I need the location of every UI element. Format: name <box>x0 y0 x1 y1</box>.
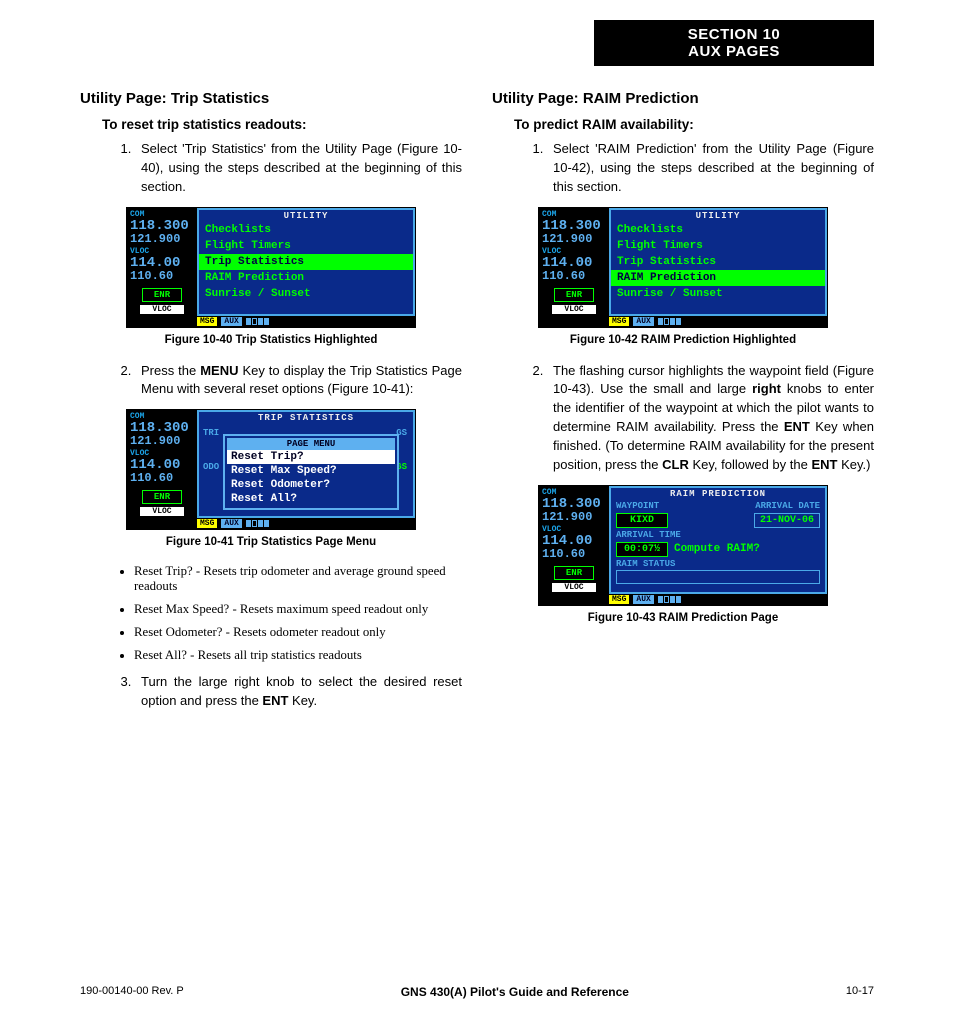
gps-right-panel: UTILITY ChecklistsFlight TimersTrip Stat… <box>197 208 415 316</box>
menu-item: Trip Statistics <box>611 254 825 270</box>
header-line1: SECTION 10 <box>688 26 781 43</box>
gps-title: UTILITY <box>199 210 413 222</box>
arrtime-value: 00:07½ <box>616 542 668 557</box>
menu-item: RAIM Prediction <box>611 270 825 286</box>
right-step-1: Select 'RAIM Prediction' from the Utilit… <box>547 140 874 197</box>
menu-item: Flight Timers <box>611 238 825 254</box>
header-line2: AUX PAGES <box>688 43 780 60</box>
right-step-2: The flashing cursor highlights the waypo… <box>547 362 874 475</box>
compute-raim: Compute RAIM? <box>674 543 760 555</box>
menu-item: Flight Timers <box>199 238 413 254</box>
enr-badge: ENR <box>142 288 182 302</box>
left-steps-2: Press the MENU Key to display the Trip S… <box>80 362 462 400</box>
figure-10-43: COM 118.300 121.900 VLOC 114.00 110.60 E… <box>538 485 828 606</box>
left-steps-3: Turn the large right knob to select the … <box>80 673 462 711</box>
caption-10-40: Figure 10-40 Trip Statistics Highlighted <box>80 334 462 346</box>
bullet-reset-trip: Reset Trip? - Resets trip odometer and a… <box>134 564 462 594</box>
caption-10-43: Figure 10-43 RAIM Prediction Page <box>492 612 874 624</box>
left-step-2: Press the MENU Key to display the Trip S… <box>135 362 462 400</box>
utility-menu: ChecklistsFlight TimersTrip StatisticsRA… <box>611 222 825 302</box>
utility-menu: ChecklistsFlight TimersTrip StatisticsRA… <box>199 222 413 302</box>
msg-badge: MSG <box>197 317 217 326</box>
vloc-bottom: VLOC <box>140 305 184 314</box>
arrdate-label: ARRIVAL DATE <box>755 501 820 511</box>
status-box <box>616 570 820 584</box>
gps-bottom-bar: MSG AUX <box>127 316 415 327</box>
right-heading: Utility Page: RAIM Prediction <box>492 90 874 107</box>
menu-item: Sunrise / Sunset <box>199 286 413 302</box>
vloc-freq-1: 114.00 <box>130 256 194 270</box>
menu-item: Trip Statistics <box>199 254 413 270</box>
vloc-freq-2: 110.60 <box>130 270 194 282</box>
menu-item: Sunrise / Sunset <box>611 286 825 302</box>
gps-right-panel: TRIP STATISTICS TRI GS ODO GS PAGE MENU … <box>197 410 415 518</box>
arrtime-label: ARRIVAL TIME <box>616 530 681 540</box>
bullet-reset-all: Reset All? - Resets all trip statistics … <box>134 648 462 663</box>
figure-10-40: COM 118.300 121.900 VLOC 114.00 110.60 E… <box>126 207 416 328</box>
figure-10-42: COM 118.300 121.900 VLOC 114.00 110.60 E… <box>538 207 828 328</box>
page-columns: Utility Page: Trip Statistics To reset t… <box>80 84 874 954</box>
gps-left-panel: COM 118.300 121.900 VLOC 114.00 110.60 E… <box>127 410 197 518</box>
com-freq-1: 118.300 <box>130 219 194 233</box>
left-heading: Utility Page: Trip Statistics <box>80 90 462 107</box>
right-column: Utility Page: RAIM Prediction To predict… <box>492 84 874 954</box>
left-step-3: Turn the large right knob to select the … <box>135 673 462 711</box>
left-step-1: Select 'Trip Statistics' from the Utilit… <box>135 140 462 197</box>
menu-item: Checklists <box>199 222 413 238</box>
popup-item: Reset All? <box>227 492 395 506</box>
status-label: RAIM STATUS <box>616 559 675 569</box>
left-subheading: To reset trip statistics readouts: <box>102 117 462 132</box>
footer-left: 190-00140-00 Rev. P <box>80 985 184 999</box>
reset-options-list: Reset Trip? - Resets trip odometer and a… <box>134 564 462 663</box>
aux-badge: AUX <box>221 317 241 326</box>
bullet-reset-max-speed: Reset Max Speed? - Resets maximum speed … <box>134 602 462 617</box>
right-subheading: To predict RAIM availability: <box>514 117 874 132</box>
menu-item: Checklists <box>611 222 825 238</box>
caption-10-41: Figure 10-41 Trip Statistics Page Menu <box>80 536 462 548</box>
left-column: Utility Page: Trip Statistics To reset t… <box>80 84 462 954</box>
popup-item: Reset Max Speed? <box>227 464 395 478</box>
caption-10-42: Figure 10-42 RAIM Prediction Highlighted <box>492 334 874 346</box>
right-steps: Select 'RAIM Prediction' from the Utilit… <box>492 140 874 197</box>
popup-item: Reset Trip? <box>227 450 395 464</box>
footer-center: GNS 430(A) Pilot's Guide and Reference <box>401 985 629 999</box>
section-header: SECTION 10 AUX PAGES <box>594 20 874 66</box>
gps-left-panel: COM 118.300 121.900 VLOC 114.00 110.60 E… <box>127 208 197 316</box>
arrdate-value: 21-NOV-06 <box>754 513 820 528</box>
popup-item: Reset Odometer? <box>227 478 395 492</box>
bullet-reset-odometer: Reset Odometer? - Resets odometer readou… <box>134 625 462 640</box>
left-steps: Select 'Trip Statistics' from the Utilit… <box>80 140 462 197</box>
footer-right: 10-17 <box>846 985 874 999</box>
com-freq-2: 121.900 <box>130 233 194 245</box>
waypoint-label: WAYPOINT <box>616 501 659 511</box>
figure-10-41: COM 118.300 121.900 VLOC 114.00 110.60 E… <box>126 409 416 530</box>
waypoint-value: KIXD <box>616 513 668 528</box>
raim-form: RAIM PREDICTION WAYPOINT ARRIVAL DATE KI… <box>609 486 827 594</box>
page-indicator <box>246 318 269 325</box>
page-menu-popup: PAGE MENU Reset Trip?Reset Max Speed?Res… <box>223 434 399 510</box>
right-steps-2: The flashing cursor highlights the waypo… <box>492 362 874 475</box>
menu-item: RAIM Prediction <box>199 270 413 286</box>
page-footer: 190-00140-00 Rev. P GNS 430(A) Pilot's G… <box>80 985 874 999</box>
